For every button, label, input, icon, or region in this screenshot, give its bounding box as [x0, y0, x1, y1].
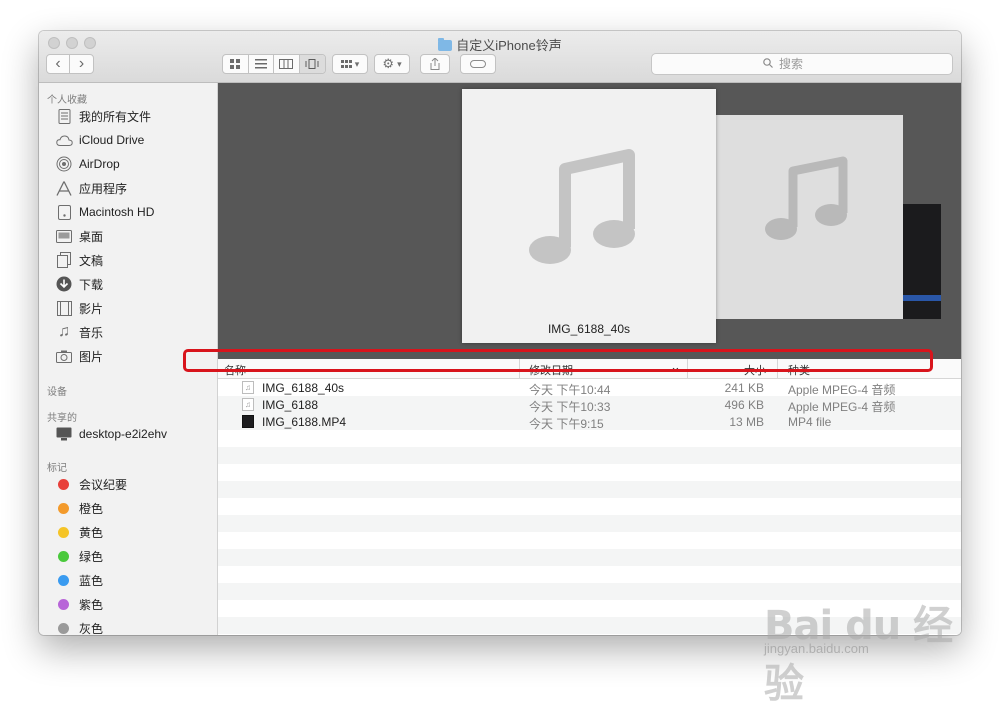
computer-icon [55, 425, 73, 443]
tag-dot-icon [58, 622, 69, 634]
applications-icon [55, 179, 73, 197]
group-icon [340, 59, 352, 68]
tag-icon [470, 60, 486, 68]
watermark-url: jingyan.baidu.com [764, 641, 869, 656]
tag-dot-icon [58, 478, 69, 490]
music-icon: ♫ [58, 323, 70, 340]
sidebar-tag-green[interactable]: 绿色 [55, 545, 103, 567]
sidebar-header-favorites: 个人收藏 [47, 95, 87, 106]
grid-icon [230, 59, 241, 69]
columns-icon [279, 59, 294, 69]
file-date: 今天 下午9:15 [529, 417, 604, 431]
table-row[interactable]: IMG_6188.MP4 今天 下午9:15 13 MB MP4 file [218, 413, 961, 431]
all-files-icon [55, 107, 73, 125]
preview-caption: IMG_6188_40s [547, 322, 631, 336]
file-size: 496 KB [724, 398, 764, 412]
sidebar-header-shared: 共享的 [47, 413, 77, 424]
coverflow-icon [305, 59, 319, 69]
share-icon [430, 58, 440, 70]
sidebar-item-all-files[interactable]: 我的所有文件 [55, 105, 151, 127]
audio-file-icon: ♫ [242, 398, 254, 411]
desktop-icon [55, 227, 73, 245]
search-icon [763, 57, 773, 71]
sidebar-tag-orange[interactable]: 橙色 [55, 497, 103, 519]
file-size: 241 KB [724, 381, 764, 395]
window-title: 自定义iPhone铃声 [39, 35, 961, 54]
forward-button[interactable]: › [70, 55, 93, 73]
airdrop-icon [55, 155, 73, 173]
sidebar-header-tags: 标记 [47, 463, 67, 474]
sidebar-item-movies[interactable]: 影片 [55, 297, 103, 319]
documents-icon [55, 251, 73, 269]
titlebar: 自定义iPhone铃声 ‹ › ▾ ⚙ ▾ [39, 31, 961, 83]
pictures-icon [55, 347, 73, 365]
chevron-down-icon: ▾ [354, 58, 360, 69]
music-note-icon [529, 149, 635, 264]
file-kind: MP4 file [788, 415, 832, 429]
disk-icon [55, 203, 73, 221]
action-button[interactable]: ⚙ ▾ [374, 54, 410, 74]
sidebar-item-downloads[interactable]: 下载 [55, 273, 103, 295]
sidebar-item-music[interactable]: ♫ 音乐 [55, 321, 103, 343]
audio-thumbnail-secondary[interactable] [715, 115, 903, 319]
view-mode-control [222, 54, 326, 74]
tag-dot-icon [58, 502, 69, 514]
view-icons-button[interactable] [223, 55, 249, 73]
finder-window: 自定义iPhone铃声 ‹ › ▾ ⚙ ▾ 搜索 个人收藏 我的所有文件 iCl… [39, 31, 961, 635]
sidebar-item-desktop[interactable]: 桌面 [55, 225, 103, 247]
edit-tags-button[interactable] [460, 54, 496, 74]
sidebar-item-pictures[interactable]: 图片 [55, 345, 103, 367]
file-name: IMG_6188 [262, 398, 319, 412]
nav-buttons: ‹ › [46, 54, 94, 74]
folder-icon [438, 38, 453, 51]
list-icon [254, 59, 267, 69]
view-columns-button[interactable] [274, 55, 300, 73]
audio-file-icon: ♫ [242, 381, 254, 394]
gear-icon: ⚙ [382, 56, 395, 71]
selection-highlight-annotation [183, 349, 933, 372]
table-row[interactable]: ♫ IMG_6188_40s 今天 下午10:44 241 KB Apple M… [218, 379, 961, 397]
sidebar-tag-blue[interactable]: 蓝色 [55, 569, 103, 591]
sidebar-item-shared-computer[interactable]: desktop-e2i2ehv [55, 423, 167, 445]
music-note-icon [765, 156, 848, 240]
sidebar-tag-purple[interactable]: 紫色 [55, 593, 103, 615]
table-row[interactable]: ♫ IMG_6188 今天 下午10:33 496 KB Apple MPEG-… [218, 396, 961, 414]
back-button[interactable]: ‹ [47, 55, 71, 73]
sidebar-tag-gray[interactable]: 灰色 [55, 617, 103, 635]
sidebar-item-documents[interactable]: 文稿 [55, 249, 103, 271]
sidebar-item-macintosh-hd[interactable]: Macintosh HD [55, 201, 154, 223]
search-input[interactable] [777, 56, 841, 72]
tag-dot-icon [58, 574, 69, 586]
watermark: Bai du 经验 jingyan.baidu.com [764, 583, 964, 707]
tag-dot-icon [58, 526, 69, 538]
cloud-icon [55, 131, 73, 149]
view-list-button[interactable] [249, 55, 274, 73]
movies-icon [55, 299, 73, 317]
file-name: IMG_6188.MP4 [262, 415, 347, 429]
sidebar-tag-yellow[interactable]: 黄色 [55, 521, 103, 543]
cover-flow-preview: IMG_6188_40s [218, 83, 961, 359]
sidebar-item-airdrop[interactable]: AirDrop [55, 153, 120, 175]
tag-dot-icon [58, 550, 69, 562]
file-name: IMG_6188_40s [262, 381, 345, 395]
sidebar-item-icloud-drive[interactable]: iCloud Drive [55, 129, 144, 151]
view-coverflow-button[interactable] [299, 55, 325, 73]
video-file-icon [242, 415, 254, 428]
search-field[interactable] [651, 53, 953, 75]
sidebar-tag-meeting[interactable]: 会议纪要 [55, 473, 127, 495]
group-button[interactable]: ▾ [332, 54, 368, 74]
file-size: 13 MB [729, 415, 764, 429]
chevron-down-icon: ▾ [397, 58, 402, 69]
video-thumbnail[interactable] [903, 204, 941, 319]
sidebar-header-devices: 设备 [47, 387, 67, 398]
tag-dot-icon [58, 598, 69, 610]
sidebar-item-applications[interactable]: 应用程序 [55, 177, 127, 199]
download-icon [55, 275, 73, 293]
share-button[interactable] [420, 54, 450, 74]
audio-thumbnail-selected[interactable]: IMG_6188_40s [462, 89, 716, 343]
